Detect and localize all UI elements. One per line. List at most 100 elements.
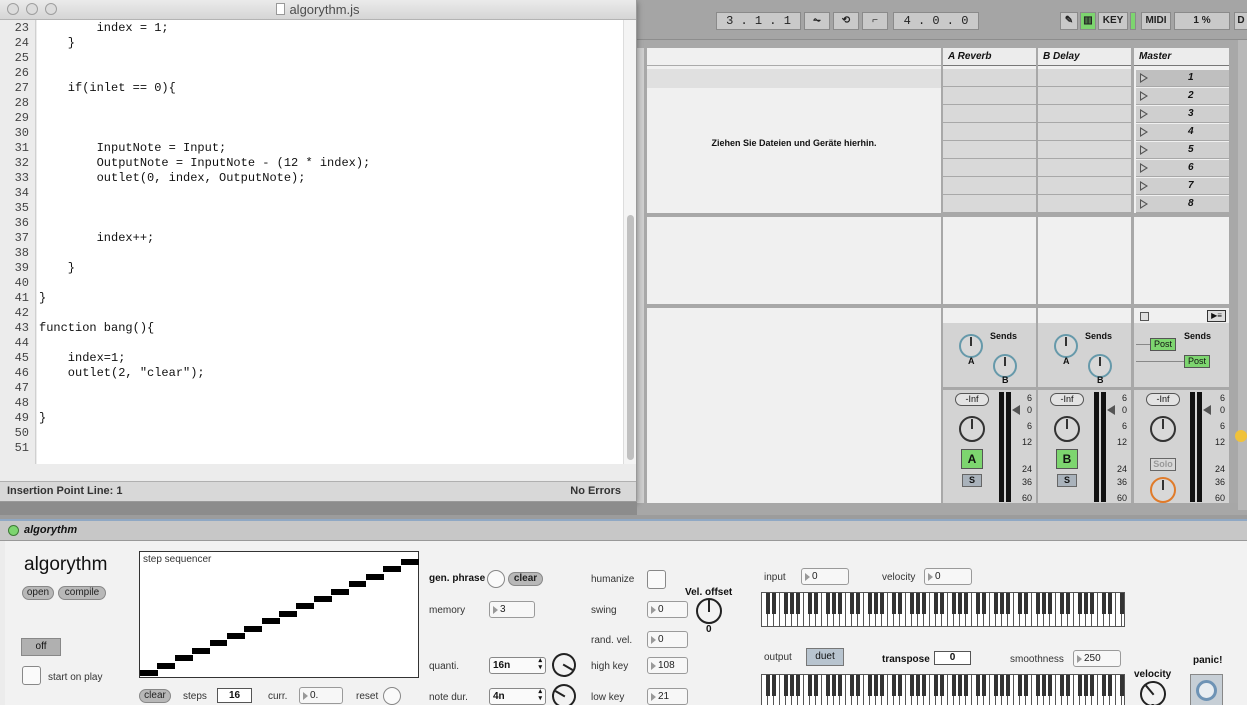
black-key[interactable] (1108, 593, 1112, 614)
black-key[interactable] (1060, 593, 1064, 614)
black-key[interactable] (994, 593, 998, 614)
arrangement-position[interactable]: 3 . 1 . 1 (716, 12, 801, 30)
black-key[interactable] (880, 675, 884, 696)
black-key[interactable] (814, 675, 818, 696)
sequencer-step[interactable] (174, 655, 193, 662)
black-key[interactable] (856, 593, 860, 614)
black-key[interactable] (838, 593, 842, 614)
duet-button[interactable]: duet (806, 648, 844, 666)
black-key[interactable] (982, 593, 986, 614)
sequencer-step[interactable] (140, 670, 158, 676)
black-key[interactable] (808, 593, 812, 614)
volume-fader-icon[interactable] (1203, 405, 1211, 415)
black-key[interactable] (1066, 675, 1070, 696)
black-key[interactable] (994, 675, 998, 696)
black-key[interactable] (826, 675, 830, 696)
humanize-checkbox[interactable] (647, 570, 666, 589)
black-key[interactable] (964, 675, 968, 696)
drop-area[interactable]: Ziehen Sie Dateien und Geräte hierhin. (647, 48, 941, 503)
transpose-number-box[interactable]: 0 (934, 651, 971, 665)
swing-number-box[interactable]: 0 (647, 601, 688, 618)
black-key[interactable] (958, 675, 962, 696)
black-key[interactable] (952, 593, 956, 614)
black-key[interactable] (1048, 675, 1052, 696)
black-key[interactable] (1084, 593, 1088, 614)
output-keyboard[interactable] (761, 674, 1125, 705)
black-key[interactable] (1048, 593, 1052, 614)
follow-icon[interactable]: ⏦ (804, 12, 830, 30)
black-key[interactable] (808, 675, 812, 696)
scene-launch-6[interactable]: 6 (1136, 160, 1229, 177)
code-line[interactable]: function bang(){ (39, 321, 154, 335)
device-title-bar[interactable]: algorythm (0, 521, 1247, 541)
black-key[interactable] (1108, 675, 1112, 696)
quanti-dropdown[interactable]: 16n (489, 657, 546, 674)
solo-button[interactable]: S (1057, 474, 1077, 487)
power-toggle-button[interactable]: off (21, 638, 61, 656)
sequencer-step[interactable] (313, 596, 332, 602)
smoothness-number-box[interactable]: 250 (1073, 650, 1121, 667)
sequencer-clear-button[interactable]: clear (139, 689, 171, 703)
open-button[interactable]: open (22, 586, 54, 600)
rand-vel-number-box[interactable]: 0 (647, 631, 688, 648)
scrollbar-thumb[interactable] (627, 215, 634, 460)
sequencer-step[interactable] (365, 573, 384, 580)
black-key[interactable] (874, 675, 878, 696)
black-key[interactable] (826, 593, 830, 614)
window-titlebar[interactable]: algorythm.js (0, 0, 636, 20)
curr-number-box[interactable]: 0. (299, 687, 343, 704)
black-key[interactable] (832, 593, 836, 614)
midi-map-button[interactable]: MIDI (1141, 12, 1171, 30)
code-line[interactable]: if(inlet == 0){ (39, 81, 176, 95)
sequencer-step[interactable] (226, 633, 245, 639)
pan-knob[interactable] (959, 416, 985, 442)
draw-mode-icon[interactable]: ✎ (1060, 12, 1078, 30)
key-map-button[interactable]: KEY (1098, 12, 1128, 30)
scene-launch-5[interactable]: 5 (1136, 142, 1229, 159)
black-key[interactable] (874, 593, 878, 614)
gen-clear-button[interactable]: clear (508, 572, 543, 586)
velocity-knob[interactable] (1134, 675, 1172, 705)
black-key[interactable] (910, 593, 914, 614)
black-key[interactable] (832, 675, 836, 696)
black-key[interactable] (952, 675, 956, 696)
sequencer-step[interactable] (209, 640, 228, 647)
volume-display[interactable]: -Inf (955, 393, 989, 406)
sequencer-step[interactable] (348, 581, 367, 588)
sequencer-step[interactable] (296, 603, 315, 610)
code-line[interactable]: OutputNote = InputNote - (12 * index); (39, 156, 371, 170)
vel-offset-knob[interactable] (696, 598, 722, 624)
black-key[interactable] (1036, 675, 1040, 696)
black-key[interactable] (772, 675, 776, 696)
black-key[interactable] (868, 675, 872, 696)
stop-all-clips-icon[interactable] (1140, 312, 1149, 321)
black-key[interactable] (784, 675, 788, 696)
volume-display[interactable]: -Inf (1050, 393, 1084, 406)
black-key[interactable] (1060, 675, 1064, 696)
sequencer-step[interactable] (331, 588, 349, 595)
scene-launch-4[interactable]: 4 (1136, 124, 1229, 141)
black-key[interactable] (1000, 593, 1004, 614)
sequencer-step[interactable] (261, 618, 280, 625)
black-key[interactable] (1078, 675, 1082, 696)
overview-indicator-icon[interactable] (1235, 430, 1247, 442)
code-line[interactable]: InputNote = Input; (39, 141, 227, 155)
code-line[interactable]: index=1; (39, 351, 126, 365)
black-key[interactable] (1006, 675, 1010, 696)
black-key[interactable] (1000, 675, 1004, 696)
black-key[interactable] (982, 675, 986, 696)
master-header[interactable]: Master (1134, 48, 1229, 66)
scene-launch-7[interactable]: 7 (1136, 178, 1229, 195)
cue-volume-knob[interactable] (1150, 477, 1176, 503)
loop-icon[interactable]: ⟲ (833, 12, 859, 30)
send-a-knob[interactable] (1054, 334, 1078, 358)
track-activator-b[interactable]: B (1056, 449, 1078, 469)
code-line[interactable]: index++; (39, 231, 155, 245)
black-key[interactable] (1042, 593, 1046, 614)
solo-cue-button[interactable]: Solo (1150, 458, 1176, 471)
black-key[interactable] (856, 675, 860, 696)
track-io-icon[interactable]: ▶≡ (1207, 310, 1226, 322)
sequencer-step[interactable] (192, 647, 210, 654)
low-key-number-box[interactable]: 21 (647, 688, 688, 705)
black-key[interactable] (1066, 593, 1070, 614)
